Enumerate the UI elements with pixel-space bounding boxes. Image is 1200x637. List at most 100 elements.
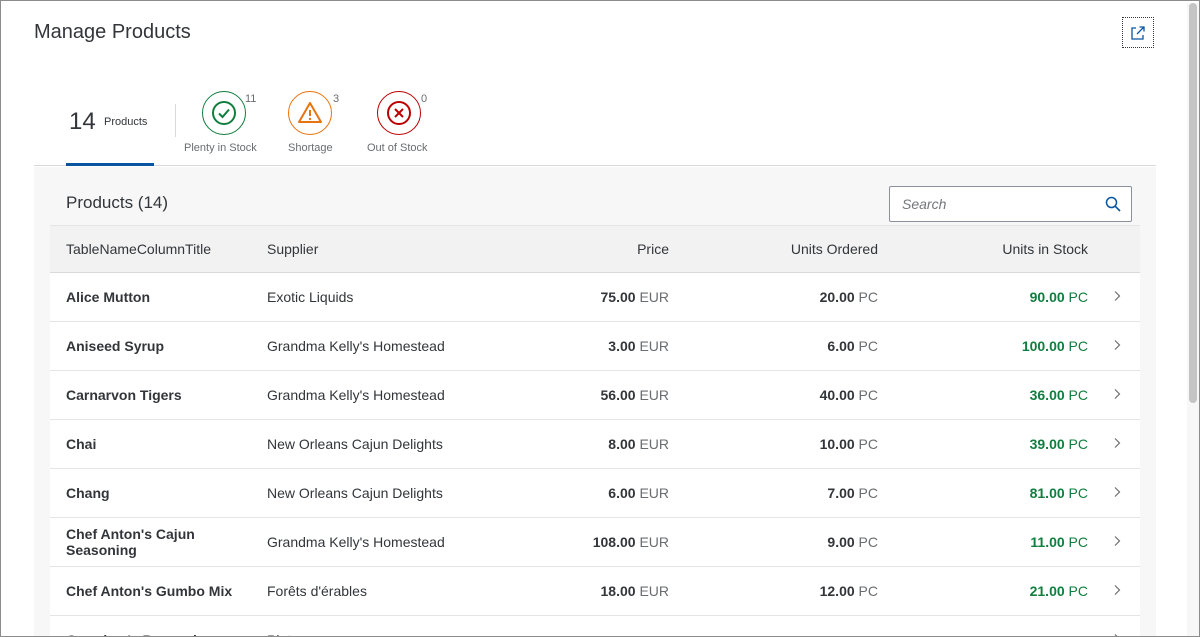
row-navigation-icon[interactable] bbox=[1113, 485, 1123, 501]
check-circle-icon bbox=[212, 101, 236, 125]
product-name: Carnarvon Tigers bbox=[66, 387, 182, 403]
tab-shortage[interactable]: 3 Shortage bbox=[288, 91, 348, 161]
product-units-in-stock: 39.00 PC bbox=[1029, 436, 1088, 452]
product-units-ordered: 20.00 PC bbox=[819, 289, 878, 305]
chevron-right-icon bbox=[1114, 389, 1121, 399]
product-price: 6.00 EUR bbox=[608, 485, 669, 501]
table-row[interactable]: Alice Mutton Exotic Liquids 75.00 EUR 20… bbox=[50, 273, 1140, 322]
product-name: Chai bbox=[66, 436, 97, 452]
product-name: Grandma's Boysenberry bbox=[66, 632, 256, 636]
scrollbar[interactable] bbox=[1187, 3, 1199, 636]
product-supplier: New Orleans Cajun Delights bbox=[267, 485, 443, 501]
table-title: Products (14) bbox=[66, 193, 169, 212]
scrollbar-thumb[interactable] bbox=[1189, 3, 1197, 403]
products-section: Products (14) TableNameColumnTitle Suppl… bbox=[34, 167, 1156, 636]
table-row[interactable]: Aniseed Syrup Grandma Kelly's Homestead … bbox=[50, 322, 1140, 371]
product-units-ordered: 6.00 PC bbox=[827, 338, 878, 354]
table-row[interactable]: Chef Anton's Cajun Seasoning Grandma Kel… bbox=[50, 518, 1140, 567]
column-header-units-ordered: Units Ordered bbox=[790, 241, 878, 257]
icon-tab-bar: 14 Products 11 Plenty in Stock 3 Shortag… bbox=[34, 79, 1156, 166]
search-input[interactable] bbox=[890, 187, 1095, 221]
row-navigation-icon[interactable] bbox=[1113, 338, 1123, 354]
product-price: 108.00 EUR bbox=[592, 534, 669, 550]
tab-shortage-badge: 3 bbox=[333, 93, 340, 105]
tab-plenty-in-stock[interactable]: 11 Plenty in Stock bbox=[184, 91, 264, 161]
app-frame: Manage Products 14 Products 11 Plenty in… bbox=[0, 0, 1200, 637]
share-button[interactable] bbox=[1122, 17, 1154, 48]
chevron-right-icon bbox=[1114, 487, 1121, 497]
product-name: Aniseed Syrup bbox=[66, 338, 165, 354]
product-name: Chef Anton's Gumbo Mix bbox=[66, 583, 233, 599]
product-name: Alice Mutton bbox=[66, 289, 150, 305]
row-navigation-icon[interactable] bbox=[1113, 632, 1123, 636]
product-units-in-stock: 90.00 PC bbox=[1029, 289, 1088, 305]
table-body: Alice Mutton Exotic Liquids 75.00 EUR 20… bbox=[50, 273, 1140, 636]
product-name: Chang bbox=[66, 485, 110, 501]
tab-separator bbox=[175, 104, 176, 137]
chevron-right-icon bbox=[1114, 291, 1121, 301]
product-supplier: Exotic Liquids bbox=[267, 289, 354, 305]
column-header-price: Price bbox=[637, 241, 669, 257]
row-navigation-icon[interactable] bbox=[1113, 387, 1123, 403]
product-units-ordered: 9.00 PC bbox=[827, 534, 878, 550]
tab-plenty-badge: 11 bbox=[245, 93, 257, 105]
product-price: 18.00 EUR bbox=[600, 583, 670, 599]
column-header-name: TableNameColumnTitle bbox=[66, 241, 211, 257]
share-icon bbox=[1131, 25, 1145, 40]
table-row[interactable]: Chang New Orleans Cajun Delights 6.00 EU… bbox=[50, 469, 1140, 518]
tab-out-badge: 0 bbox=[421, 93, 428, 105]
tab-shortage-label: Shortage bbox=[288, 142, 333, 154]
tab-shortage-circle bbox=[288, 91, 332, 135]
tab-plenty-circle bbox=[202, 91, 246, 135]
chevron-right-icon bbox=[1114, 585, 1121, 595]
products-table: TableNameColumnTitle Supplier Price Unit… bbox=[50, 225, 1140, 636]
product-units-ordered: 40.00 PC bbox=[819, 387, 878, 403]
chevron-right-icon bbox=[1114, 536, 1121, 546]
product-supplier: Grandma Kelly's Homestead bbox=[267, 387, 445, 403]
search-field[interactable] bbox=[889, 186, 1132, 222]
chevron-right-icon bbox=[1114, 438, 1121, 448]
error-circle-icon bbox=[387, 101, 411, 125]
row-navigation-icon[interactable] bbox=[1113, 289, 1123, 305]
product-units-ordered: 10.00 PC bbox=[819, 436, 878, 452]
row-navigation-icon[interactable] bbox=[1113, 583, 1123, 599]
product-price: 75.00 EUR bbox=[600, 289, 670, 305]
product-units-ordered: 7.00 PC bbox=[827, 485, 878, 501]
column-header-units-in-stock: Units in Stock bbox=[1002, 241, 1088, 257]
table-row[interactable]: Chai New Orleans Cajun Delights 8.00 EUR… bbox=[50, 420, 1140, 469]
row-navigation-icon[interactable] bbox=[1113, 534, 1123, 550]
tab-out-label: Out of Stock bbox=[367, 142, 428, 154]
product-units-ordered: 12.00 PC bbox=[819, 583, 878, 599]
row-navigation-icon[interactable] bbox=[1113, 436, 1123, 452]
product-units-in-stock: 21.00 PC bbox=[1029, 583, 1088, 599]
search-icon[interactable] bbox=[1105, 196, 1121, 212]
product-units-in-stock: 36.00 PC bbox=[1029, 387, 1088, 403]
page-title: Manage Products bbox=[34, 21, 191, 43]
tab-all-count: 14 bbox=[69, 108, 96, 135]
product-supplier: New Orleans Cajun Delights bbox=[267, 436, 443, 452]
column-header-supplier: Supplier bbox=[267, 241, 319, 257]
table-header: TableNameColumnTitle Supplier Price Unit… bbox=[50, 225, 1140, 273]
product-supplier: Grandma Kelly's Homestead bbox=[267, 534, 445, 550]
tab-out-of-stock[interactable]: 0 Out of Stock bbox=[367, 91, 437, 161]
tab-out-circle bbox=[377, 91, 421, 135]
product-supplier: Plutzer bbox=[267, 632, 487, 636]
product-price: 3.00 EUR bbox=[608, 338, 669, 354]
tab-all-products[interactable]: 14 Products bbox=[66, 79, 154, 166]
warning-icon bbox=[298, 102, 322, 123]
tab-selected-indicator bbox=[66, 163, 154, 166]
product-units-in-stock: 81.00 PC bbox=[1029, 485, 1088, 501]
product-price: 8.00 EUR bbox=[608, 436, 669, 452]
product-units-in-stock: 100.00 PC bbox=[1021, 338, 1088, 354]
table-row[interactable]: Carnarvon Tigers Grandma Kelly's Homeste… bbox=[50, 371, 1140, 420]
product-name: Chef Anton's Cajun Seasoning bbox=[66, 526, 195, 558]
table-row[interactable]: Chef Anton's Gumbo Mix Forêts d'érables … bbox=[50, 567, 1140, 616]
tab-all-label: Products bbox=[104, 116, 148, 128]
chevron-right-icon bbox=[1114, 634, 1118, 636]
table-row[interactable]: Grandma's Boysenberry Plutzer bbox=[50, 616, 1140, 636]
product-supplier: Forêts d'érables bbox=[267, 583, 367, 599]
product-supplier: Grandma Kelly's Homestead bbox=[267, 338, 445, 354]
product-units-in-stock: 11.00 PC bbox=[1030, 534, 1088, 550]
chevron-right-icon bbox=[1114, 340, 1121, 350]
tab-plenty-label: Plenty in Stock bbox=[184, 142, 257, 154]
